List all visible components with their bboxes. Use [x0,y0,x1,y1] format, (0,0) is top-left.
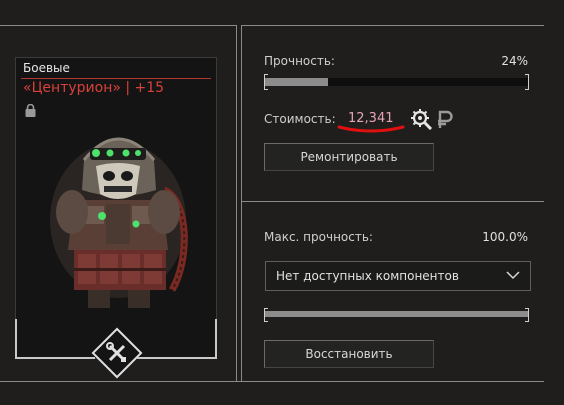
armor-image [50,137,188,308]
durability-label: Прочность: [264,54,335,68]
ruble-icon [438,110,453,128]
red-underline-annotation [337,125,405,133]
card-frame-bottom-right [137,357,217,359]
durability-bar [265,78,528,86]
gear-search-icon [411,109,433,130]
restore-bar [265,311,528,317]
item-category: Боевые [23,61,70,75]
restore-bar-bracket-left [264,308,268,322]
bottom-divider [0,381,544,382]
durability-value: 24% [501,54,528,68]
top-divider-left [0,25,236,26]
item-card[interactable]: Боевые «Центурион» | +15 [15,57,217,379]
wrench-screwdriver-icon [106,342,126,362]
lock-icon [25,104,36,117]
currency-icons [411,109,453,130]
card-frame-right [215,319,217,359]
durability-bar-fill [265,78,329,86]
card-frame-left [15,319,17,359]
restore-bar-bracket-right [525,308,529,322]
column-divider-left [236,25,237,381]
restore-button[interactable]: Восстановить [264,340,434,368]
max-durability-label: Макс. прочность: [264,230,373,244]
durability-bar-bracket-right [525,74,529,90]
durability-bar-bracket-left [264,74,268,90]
max-durability-value: 100.0% [482,230,528,244]
item-name-underline [21,78,211,79]
component-select[interactable]: Нет доступных компонентов [265,261,531,291]
top-divider-right [241,25,544,26]
component-select-value: Нет доступных компонентов [276,269,459,283]
chevron-down-icon [506,271,520,280]
repair-button[interactable]: Ремонтировать [264,143,434,171]
cost-label: Стоимость: [264,112,336,126]
card-frame-bottom-left [15,357,95,359]
item-name: «Центурион» | +15 [23,80,165,96]
section-divider [241,201,544,202]
column-divider-right [241,25,242,381]
